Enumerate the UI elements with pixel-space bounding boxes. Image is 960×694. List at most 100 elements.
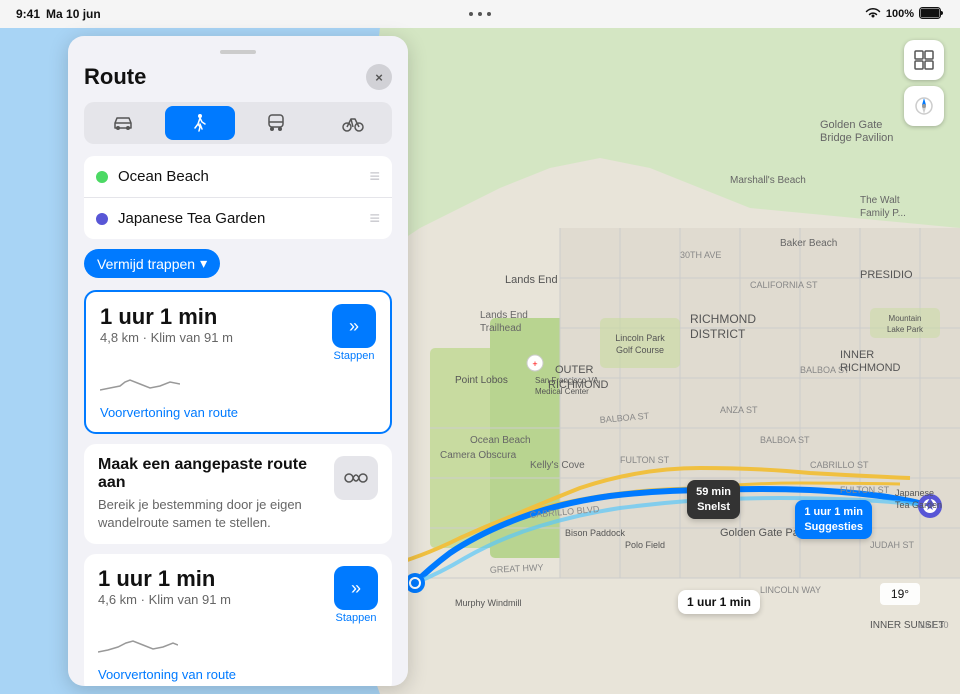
- badge-suggested[interactable]: 1 uur 1 min Suggesties: [795, 500, 872, 539]
- badge-bottom-text: 1 uur 1 min: [687, 595, 751, 609]
- route-1-time: 1 uur 1 min: [100, 304, 233, 330]
- avoid-chevron-icon: ▾: [200, 255, 207, 272]
- transit-icon: [266, 113, 286, 133]
- steps-icon-1: »: [332, 304, 376, 348]
- svg-text:CABRILLO ST: CABRILLO ST: [810, 460, 869, 470]
- svg-text:Golf Course: Golf Course: [616, 345, 664, 355]
- top-dot-1: [469, 12, 473, 16]
- origin-dot: [96, 171, 108, 183]
- steps-button-2[interactable]: » Stappen: [334, 566, 378, 624]
- status-bar: 9:41 Ma 10 jun 100%: [0, 0, 960, 28]
- route-panel: Route ×: [68, 36, 408, 686]
- origin-text: Ocean Beach: [118, 168, 359, 185]
- svg-text:RICHMOND: RICHMOND: [690, 312, 756, 326]
- tab-bike[interactable]: [318, 106, 389, 140]
- route-card-2[interactable]: 1 uur 1 min 4,6 km · Klim van 91 m » Sta…: [84, 554, 392, 686]
- voorvertoning-2[interactable]: Voorvertoning van route: [98, 667, 378, 682]
- svg-text:Ocean Beach: Ocean Beach: [470, 435, 531, 446]
- svg-text:Bison Paddock: Bison Paddock: [565, 528, 626, 538]
- badge-bottom[interactable]: 1 uur 1 min: [678, 590, 760, 614]
- panel-title: Route: [84, 64, 146, 90]
- svg-text:San Francisco VA: San Francisco VA: [535, 376, 599, 385]
- walk-icon: [191, 113, 209, 133]
- svg-text:Point Lobos: Point Lobos: [455, 375, 508, 386]
- svg-text:PRESIDIO: PRESIDIO: [860, 269, 913, 281]
- svg-text:Polo Field: Polo Field: [625, 540, 665, 550]
- dest-dot: [96, 213, 108, 225]
- svg-text:Murphy Windmill: Murphy Windmill: [455, 598, 522, 608]
- route-2-elevation: [98, 628, 178, 656]
- location-button[interactable]: [904, 86, 944, 126]
- svg-text:Tea Garden: Tea Garden: [895, 500, 942, 510]
- route-1-details: 4,8 km · Klim van 91 m: [100, 330, 233, 345]
- route-inputs: Ocean Beach ≡ Japanese Tea Garden ≡: [84, 156, 392, 239]
- svg-text:Trailhead: Trailhead: [480, 323, 521, 334]
- svg-text:LK1 30: LK1 30: [920, 620, 949, 630]
- svg-text:ANZA ST: ANZA ST: [720, 405, 758, 415]
- route-card-1[interactable]: 1 uur 1 min 4,8 km · Klim van 91 m » Sta…: [84, 290, 392, 434]
- status-wifi: [865, 7, 881, 22]
- svg-text:JUDAH ST: JUDAH ST: [870, 540, 915, 550]
- tab-car[interactable]: [88, 106, 159, 140]
- panel-header: Route ×: [84, 64, 392, 90]
- badge-suggested-line2: Suggesties: [804, 520, 863, 534]
- badge-suggested-line1: 1 uur 1 min: [804, 505, 863, 519]
- close-button[interactable]: ×: [366, 64, 392, 90]
- status-time: 9:41: [16, 7, 40, 21]
- badge-fastest[interactable]: 59 min Snelst: [687, 480, 740, 519]
- destination-text: Japanese Tea Garden: [118, 210, 359, 227]
- badge-fastest-line2: Snelst: [696, 500, 731, 514]
- avoid-stairs-label: Vermijd trappen: [97, 256, 195, 272]
- transport-tabs: [84, 102, 392, 144]
- route-2-details: 4,6 km · Klim van 91 m: [98, 592, 231, 607]
- top-dot-3: [487, 12, 491, 16]
- steps-label-2: Stappen: [336, 612, 377, 624]
- voorvertoning-1[interactable]: Voorvertoning van route: [100, 405, 376, 420]
- origin-row[interactable]: Ocean Beach ≡: [84, 156, 392, 197]
- custom-route-desc: Bereik je bestemming door je eigen wande…: [98, 496, 324, 532]
- steps-icon-2: »: [334, 566, 378, 610]
- tab-walk[interactable]: [165, 106, 236, 140]
- steps-button-1[interactable]: » Stappen: [332, 304, 376, 362]
- destination-row[interactable]: Japanese Tea Garden ≡: [84, 197, 392, 239]
- steps-label-1: Stappen: [334, 350, 375, 362]
- compass-icon: [914, 96, 934, 116]
- tab-transit[interactable]: [241, 106, 312, 140]
- svg-text:Medical Center: Medical Center: [535, 387, 589, 396]
- svg-text:19°: 19°: [891, 587, 909, 601]
- avoid-stairs-button[interactable]: Vermijd trappen ▾: [84, 249, 220, 278]
- svg-text:The Walt: The Walt: [860, 195, 900, 206]
- svg-text:Bridge Pavilion: Bridge Pavilion: [820, 132, 893, 144]
- bike-icon: [342, 114, 364, 132]
- svg-text:Japanese: Japanese: [895, 488, 934, 498]
- svg-text:+: +: [532, 359, 537, 369]
- custom-route-icon: [334, 456, 378, 500]
- status-battery-percent: 100%: [886, 8, 914, 20]
- route-1-elevation: [100, 366, 180, 394]
- svg-text:30TH AVE: 30TH AVE: [680, 250, 721, 260]
- svg-text:Mountain: Mountain: [889, 314, 922, 323]
- map-type-icon: [914, 50, 934, 70]
- svg-text:Camera Obscura: Camera Obscura: [440, 450, 517, 461]
- svg-text:LINCOLN WAY: LINCOLN WAY: [760, 585, 821, 595]
- status-battery-icon: [919, 7, 944, 22]
- map-type-button[interactable]: [904, 40, 944, 80]
- svg-text:Lands End: Lands End: [505, 274, 558, 286]
- svg-text:Kelly's Cove: Kelly's Cove: [530, 460, 585, 471]
- svg-text:FULTON ST: FULTON ST: [620, 455, 670, 465]
- svg-text:FULTON ST: FULTON ST: [840, 485, 890, 495]
- custom-route-title: Maak een aangepaste route aan: [98, 456, 324, 492]
- svg-text:Marshall's Beach: Marshall's Beach: [730, 175, 806, 186]
- origin-handle: ≡: [369, 166, 380, 187]
- map-controls: [904, 40, 944, 126]
- svg-text:Family P...: Family P...: [860, 208, 906, 219]
- svg-text:Lincoln Park: Lincoln Park: [615, 333, 665, 343]
- route-2-time: 1 uur 1 min: [98, 566, 231, 592]
- svg-text:Golden Gate: Golden Gate: [820, 119, 882, 131]
- svg-text:BALBOA ST: BALBOA ST: [760, 435, 810, 445]
- car-icon: [112, 114, 134, 132]
- svg-text:OUTER: OUTER: [555, 364, 594, 376]
- svg-text:Baker Beach: Baker Beach: [780, 238, 837, 249]
- svg-text:INNER: INNER: [840, 349, 874, 361]
- custom-route-card[interactable]: Maak een aangepaste route aan Bereik je …: [84, 444, 392, 544]
